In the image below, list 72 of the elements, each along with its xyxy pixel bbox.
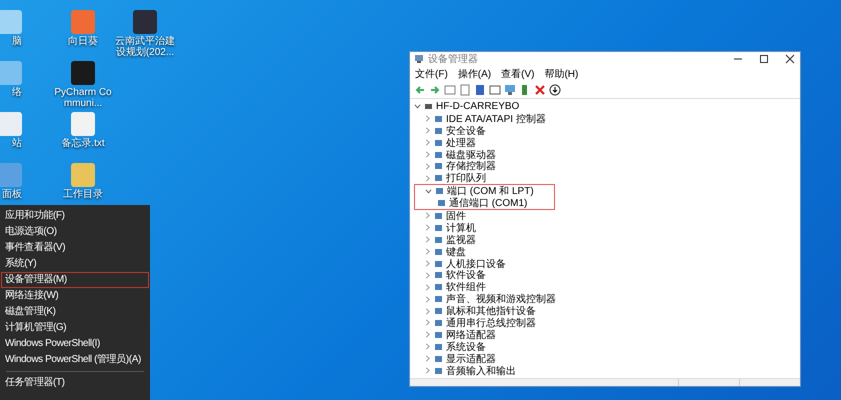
download-icon[interactable] [549, 84, 561, 96]
menu-bar-item[interactable]: 文件(F) [414, 67, 449, 81]
collapsed-chevron-icon[interactable] [424, 284, 431, 291]
tree-item[interactable]: 端口 (COM 和 LPT) [447, 184, 534, 198]
collapsed-chevron-icon[interactable] [424, 367, 431, 374]
monitor-icon[interactable] [504, 84, 516, 96]
collapsed-chevron-icon[interactable] [424, 236, 431, 244]
collapsed-chevron-icon[interactable] [424, 115, 431, 122]
menu-bar-item[interactable]: 操作(A) [456, 67, 492, 81]
tree-item[interactable]: HF-D-CARREYBO [436, 101, 520, 112]
tree-item[interactable]: 磁盘驱动器 [446, 148, 496, 162]
collapsed-chevron-icon[interactable] [424, 355, 431, 362]
collapsed-chevron-icon[interactable] [424, 319, 431, 326]
computer-icon [424, 102, 433, 111]
collapsed-chevron-icon[interactable] [424, 296, 431, 303]
menu-bar-item[interactable]: 帮助(H) [543, 67, 580, 81]
tree-item[interactable]: IDE ATA/ATAPI 控制器 [446, 112, 546, 126]
collapsed-chevron-icon[interactable] [424, 272, 431, 279]
tree-item[interactable]: 监视器 [446, 232, 476, 247]
maximize-icon[interactable] [758, 53, 770, 65]
collapsed-chevron-icon[interactable] [424, 248, 431, 256]
tree-item[interactable]: 软件设备 [446, 268, 486, 282]
menu-item[interactable]: 设备管理器(M) [1, 272, 149, 288]
forward-arrow-icon[interactable] [429, 84, 441, 96]
page-icon[interactable] [459, 84, 471, 96]
tree-item[interactable]: 网络适配器 [446, 328, 496, 342]
collapsed-chevron-icon[interactable] [424, 212, 431, 220]
uninstall-icon[interactable] [534, 84, 546, 96]
menu-item[interactable]: Windows PowerShell(I) [1, 336, 149, 352]
collapsed-chevron-icon[interactable] [424, 260, 431, 268]
menu-item[interactable]: 应用和功能(F) [1, 208, 149, 224]
menu-item[interactable]: 磁盘管理(K) [1, 304, 149, 320]
menu-item[interactable]: 任务管理器(T) [1, 375, 149, 391]
collapsed-chevron-icon[interactable] [424, 331, 431, 338]
close-icon[interactable] [784, 53, 796, 65]
expanded-chevron-icon[interactable] [414, 103, 421, 110]
tree-item[interactable]: 声音、视频和游戏控制器 [446, 292, 556, 306]
collapsed-chevron-icon[interactable] [424, 162, 431, 170]
expanded-chevron-icon[interactable] [425, 188, 432, 195]
tree-item[interactable]: 处理器 [446, 136, 476, 150]
tree-item[interactable]: 系统设备 [446, 340, 486, 354]
desktop-icon-label[interactable]: 工作目录 [63, 189, 103, 200]
collapsed-chevron-icon[interactable] [424, 224, 431, 232]
menu-item[interactable]: 电源选项(O) [1, 224, 149, 240]
menu-item[interactable]: 系统(Y) [1, 256, 149, 272]
menu-item[interactable]: Windows PowerShell (管理员)(A) [1, 352, 149, 368]
menu-item[interactable]: 网络连接(W) [1, 288, 149, 304]
window-title: 设备管理器 [428, 53, 479, 66]
tree-item[interactable]: 打印队列 [446, 171, 486, 186]
tree-item[interactable]: 显示适配器 [446, 352, 496, 366]
tree-item[interactable]: 人机接口设备 [446, 256, 506, 271]
collapsed-chevron-icon[interactable] [424, 174, 431, 182]
menu-item[interactable]: 计算机管理(G) [1, 320, 149, 336]
collapsed-chevron-icon[interactable] [424, 127, 431, 134]
tree-item[interactable]: 计算机 [446, 220, 476, 235]
back-arrow-icon[interactable] [414, 84, 426, 96]
collapsed-chevron-icon[interactable] [424, 151, 431, 158]
tree-item[interactable]: 通用串行总线控制器 [446, 316, 536, 330]
tree-item[interactable]: 音频输入和输出 [446, 364, 516, 378]
tree-item[interactable]: 鼠标和其他指针设备 [446, 304, 536, 318]
tree-item[interactable]: 安全设备 [446, 124, 486, 138]
tree-item[interactable]: 固件 [446, 208, 466, 223]
menu-item[interactable]: 事件查看器(V) [1, 240, 149, 256]
tree-item[interactable]: 通信端口 (COM1) [449, 196, 528, 210]
tree-item[interactable]: 存储控制器 [446, 159, 496, 174]
collapsed-chevron-icon[interactable] [424, 308, 431, 315]
collapsed-chevron-icon[interactable] [424, 139, 431, 146]
collapsed-chevron-icon[interactable] [424, 343, 431, 350]
menu-bar-item[interactable]: 查看(V) [500, 67, 536, 81]
computer-icon [414, 54, 424, 64]
tree-item[interactable]: 软件组件 [446, 280, 486, 294]
tree-item[interactable]: 键盘 [446, 244, 466, 259]
